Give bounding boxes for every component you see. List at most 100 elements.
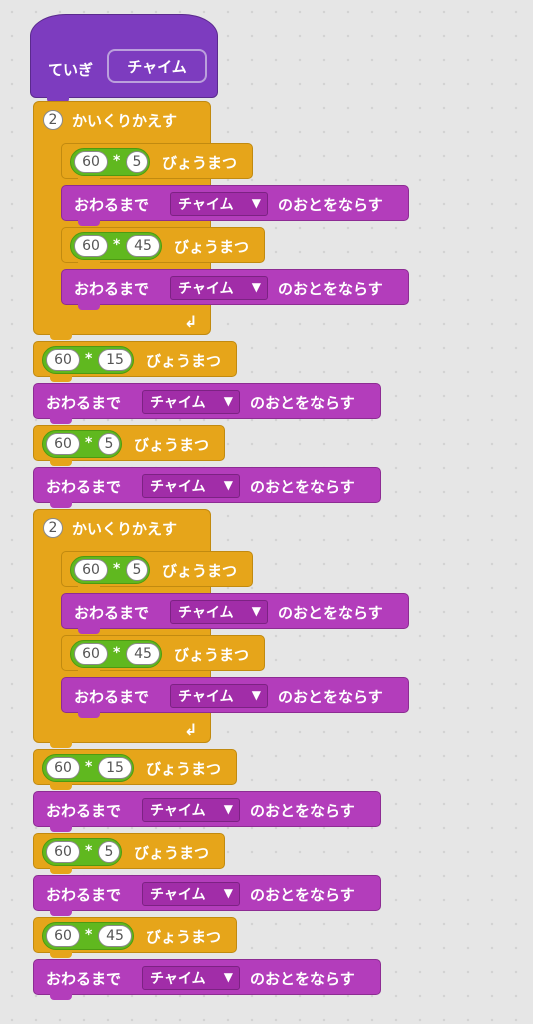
sound-suffix-label: のおとをならす — [250, 394, 355, 412]
number-input[interactable]: 60 — [46, 757, 80, 779]
dropdown-caret-icon: ▼ — [223, 802, 233, 816]
multiply-operator-block[interactable]: 60 * 45 — [70, 232, 162, 260]
number-input[interactable]: 15 — [98, 349, 132, 371]
play-sound-until-done-block[interactable]: おわるまで チャイム ▼ のおとをならす — [33, 383, 381, 424]
number-input[interactable]: 60 — [74, 559, 108, 581]
sound-label: おわるまで — [46, 970, 122, 988]
block-notch — [50, 952, 72, 958]
sound-label: おわるまで — [46, 478, 122, 496]
multiply-operator-block[interactable]: 60 * 15 — [42, 754, 134, 782]
wait-label: びょうまつ — [146, 352, 222, 370]
number-input[interactable]: 5 — [98, 433, 120, 455]
number-input[interactable]: 60 — [46, 433, 80, 455]
block-notch — [78, 586, 100, 592]
wait-block[interactable]: 60 * 45 びょうまつ — [61, 227, 265, 268]
sound-suffix-label: のおとをならす — [278, 196, 383, 214]
number-input[interactable]: 60 — [46, 349, 80, 371]
wait-label: びょうまつ — [146, 760, 222, 778]
sound-dropdown[interactable]: チャイム ▼ — [142, 882, 240, 906]
define-name-field[interactable]: チャイム — [107, 49, 207, 83]
repeat-count-input[interactable]: 2 — [43, 518, 63, 538]
play-sound-until-done-block[interactable]: おわるまで チャイム ▼ のおとをならす — [33, 791, 381, 832]
sound-suffix-label: のおとをならす — [278, 604, 383, 622]
number-input[interactable]: 5 — [126, 151, 148, 173]
sound-dropdown[interactable]: チャイム ▼ — [170, 600, 268, 624]
dropdown-caret-icon: ▼ — [223, 970, 233, 984]
block-notch — [50, 418, 72, 424]
block-notch — [50, 910, 72, 916]
repeat-label: かいくりかえす — [72, 520, 178, 538]
block-notch — [78, 304, 100, 310]
block-notch — [78, 712, 100, 718]
number-input[interactable]: 60 — [46, 841, 80, 863]
dropdown-caret-icon: ▼ — [223, 886, 233, 900]
sound-suffix-label: のおとをならす — [250, 970, 355, 988]
wait-label: びょうまつ — [134, 436, 210, 454]
play-sound-until-done-block[interactable]: おわるまで チャイム ▼ のおとをならす — [61, 269, 409, 310]
block-notch — [78, 670, 100, 676]
wait-block[interactable]: 60 * 5 びょうまつ — [61, 143, 253, 184]
sound-dropdown[interactable]: チャイム ▼ — [142, 474, 240, 498]
sound-name: チャイム — [150, 479, 206, 495]
sound-dropdown[interactable]: チャイム ▼ — [142, 798, 240, 822]
multiply-symbol: * — [113, 153, 121, 169]
number-input[interactable]: 15 — [98, 757, 132, 779]
sound-dropdown[interactable]: チャイム ▼ — [170, 684, 268, 708]
number-input[interactable]: 60 — [74, 643, 108, 665]
play-sound-until-done-block[interactable]: おわるまで チャイム ▼ のおとをならす — [33, 875, 381, 916]
number-input[interactable]: 5 — [98, 841, 120, 863]
block-notch — [78, 178, 100, 184]
repeat-arrow-icon: ↲ — [184, 720, 198, 739]
number-input[interactable]: 60 — [74, 151, 108, 173]
dropdown-caret-icon: ▼ — [251, 604, 261, 618]
sound-suffix-label: のおとをならす — [250, 802, 355, 820]
number-input[interactable]: 45 — [126, 643, 160, 665]
wait-block[interactable]: 60 * 5 びょうまつ — [61, 551, 253, 592]
wait-block[interactable]: 60 * 5 びょうまつ — [33, 425, 225, 466]
wait-block[interactable]: 60 * 45 びょうまつ — [61, 635, 265, 676]
sound-dropdown[interactable]: チャイム ▼ — [170, 276, 268, 300]
play-sound-until-done-block[interactable]: おわるまで チャイム ▼ のおとをならす — [61, 677, 409, 718]
wait-block[interactable]: 60 * 45 びょうまつ — [33, 917, 237, 958]
multiply-operator-block[interactable]: 60 * 45 — [42, 922, 134, 950]
multiply-operator-block[interactable]: 60 * 5 — [42, 838, 122, 866]
sound-label: おわるまで — [46, 802, 122, 820]
multiply-operator-block[interactable]: 60 * 5 — [70, 148, 150, 176]
sound-label: おわるまで — [46, 394, 122, 412]
dropdown-caret-icon: ▼ — [251, 688, 261, 702]
play-sound-until-done-block[interactable]: おわるまで チャイム ▼ のおとをならす — [61, 593, 409, 634]
number-input[interactable]: 60 — [46, 925, 80, 947]
sound-suffix-label: のおとをならす — [278, 688, 383, 706]
dropdown-caret-icon: ▼ — [251, 196, 261, 210]
sound-dropdown[interactable]: チャイム ▼ — [142, 966, 240, 990]
wait-label: びょうまつ — [146, 928, 222, 946]
multiply-operator-block[interactable]: 60 * 45 — [70, 640, 162, 668]
define-block[interactable]: ていぎ チャイム — [30, 14, 218, 103]
play-sound-until-done-block[interactable]: おわるまで チャイム ▼ のおとをならす — [33, 959, 381, 1000]
play-sound-until-done-block[interactable]: おわるまで チャイム ▼ のおとをならす — [33, 467, 381, 508]
play-sound-until-done-block[interactable]: おわるまで チャイム ▼ のおとをならす — [61, 185, 409, 226]
number-input[interactable]: 60 — [74, 235, 108, 257]
wait-block[interactable]: 60 * 15 びょうまつ — [33, 341, 237, 382]
block-notch — [50, 826, 72, 832]
sound-label: おわるまで — [46, 886, 122, 904]
block-notch — [50, 460, 72, 466]
number-input[interactable]: 5 — [126, 559, 148, 581]
sound-name: チャイム — [178, 605, 234, 621]
multiply-operator-block[interactable]: 60 * 5 — [42, 430, 122, 458]
number-input[interactable]: 45 — [98, 925, 132, 947]
multiply-operator-block[interactable]: 60 * 15 — [42, 346, 134, 374]
sound-name: チャイム — [178, 281, 234, 297]
sound-dropdown[interactable]: チャイム ▼ — [170, 192, 268, 216]
wait-block[interactable]: 60 * 5 びょうまつ — [33, 833, 225, 874]
sound-label: おわるまで — [74, 688, 150, 706]
multiply-symbol: * — [113, 645, 121, 661]
sound-dropdown[interactable]: チャイム ▼ — [142, 390, 240, 414]
block-notch — [50, 334, 72, 340]
dropdown-caret-icon: ▼ — [223, 394, 233, 408]
multiply-symbol: * — [113, 237, 121, 253]
wait-block[interactable]: 60 * 15 びょうまつ — [33, 749, 237, 790]
number-input[interactable]: 45 — [126, 235, 160, 257]
multiply-operator-block[interactable]: 60 * 5 — [70, 556, 150, 584]
repeat-count-input[interactable]: 2 — [43, 110, 63, 130]
